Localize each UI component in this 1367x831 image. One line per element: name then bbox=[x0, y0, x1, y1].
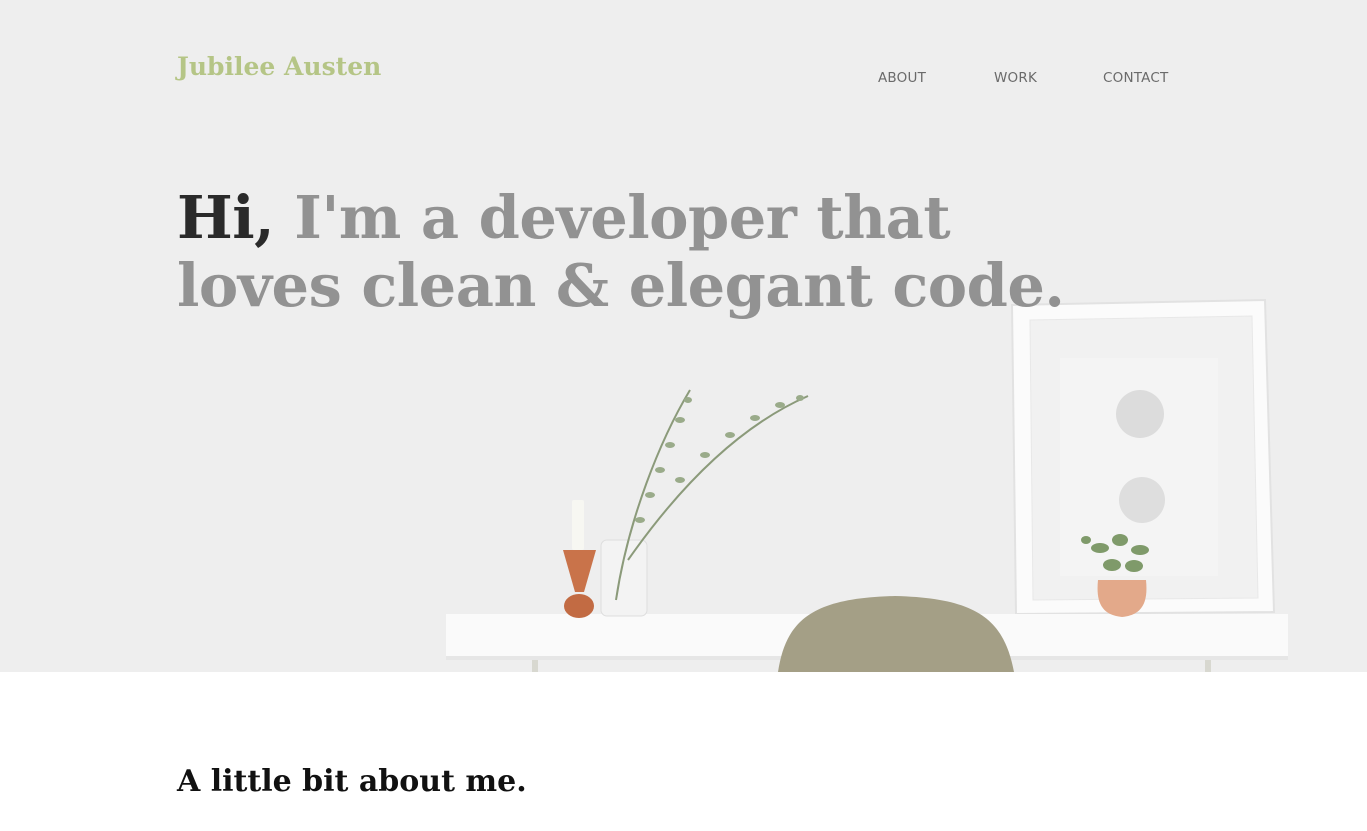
nav-link-work[interactable]: WORK bbox=[994, 70, 1037, 86]
about-section-title: A little bit about me. bbox=[177, 764, 527, 799]
hero-headline: Hi, I'm a developer that loves clean & e… bbox=[177, 184, 1077, 320]
main-nav: ABOUT WORK CONTACT bbox=[0, 70, 1367, 90]
hero-greeting: Hi, bbox=[177, 183, 275, 252]
hero-background-image bbox=[0, 0, 1367, 672]
nav-link-contact[interactable]: CONTACT bbox=[1103, 70, 1168, 86]
nav-link-about[interactable]: ABOUT bbox=[878, 70, 926, 86]
hero-tagline: I'm a developer that loves clean & elega… bbox=[177, 183, 1065, 320]
picture-frame bbox=[1010, 298, 1276, 616]
hero-section: Jubilee Austen ABOUT WORK CONTACT Hi, I'… bbox=[0, 0, 1367, 672]
